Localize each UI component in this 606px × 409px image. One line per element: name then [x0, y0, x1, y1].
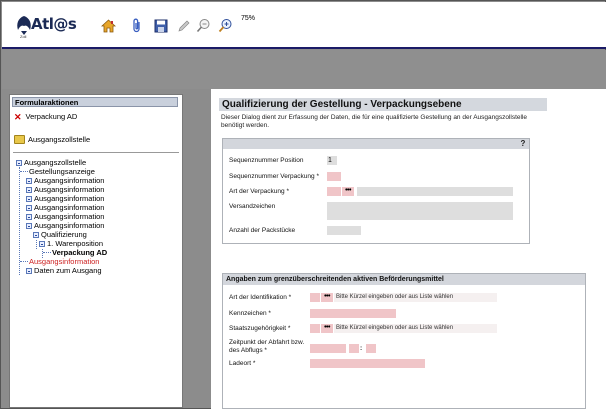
identification-type-lookup-button[interactable]: ••• — [321, 293, 333, 302]
loading-place-label: Ladeort * — [229, 360, 256, 367]
atlas-logo: Atl@s Zoll — [14, 12, 77, 40]
sequence-packaging-label: Sequenznummer Verpackung * — [229, 173, 319, 180]
zoom-in-icon[interactable] — [218, 18, 233, 33]
tree-branch — [43, 252, 51, 253]
nationality-label: Staatszugehörigkeit * — [229, 325, 291, 332]
sequence-packaging-input[interactable] — [327, 172, 341, 181]
section-header: ? — [223, 139, 529, 149]
tree-item[interactable]: Ausgangsinformation — [26, 203, 104, 212]
sequence-position-field: 1 — [327, 156, 337, 165]
tree-item[interactable]: Qualifizierung — [33, 230, 87, 239]
identification-type-description: Bitte Kürzel eingeben oder aus Liste wäh… — [334, 293, 497, 302]
identification-type-input[interactable] — [310, 293, 320, 302]
tree-item[interactable]: Daten zum Ausgang — [26, 266, 102, 275]
registration-input[interactable] — [310, 309, 396, 318]
collapse-icon[interactable] — [16, 159, 22, 166]
action-item-ausgangszollstelle[interactable]: Ausgangszollstelle — [14, 135, 90, 144]
expand-icon[interactable] — [26, 267, 32, 274]
departure-minute-input[interactable] — [366, 344, 376, 353]
registration-label: Kennzeichen * — [229, 310, 271, 317]
collapse-icon[interactable] — [33, 231, 39, 238]
form-actions-panel: Formularaktionen ✕ Verpackung AD Ausgang… — [9, 94, 183, 408]
tree-item[interactable]: Gestellungsanzeige — [20, 167, 95, 176]
identification-hint: Bitte Kürzel eingeben oder aus Liste wäh… — [336, 294, 454, 300]
tree-branch — [20, 261, 28, 262]
shipping-marks-label: Versandzeichen — [229, 203, 276, 210]
tree-item[interactable]: Ausgangsinformation — [26, 194, 104, 203]
home-icon[interactable] — [101, 18, 116, 33]
transport-section-header: Angaben zum grenzüberschreitenden aktive… — [223, 274, 585, 285]
nationality-hint: Bitte Kürzel eingeben oder aus Liste wäh… — [336, 325, 454, 331]
close-icon[interactable]: ✕ — [14, 112, 22, 121]
expand-icon[interactable] — [26, 195, 32, 202]
identification-type-label: Art der Identifikation * — [229, 294, 292, 301]
nationality-lookup-button[interactable]: ••• — [321, 324, 333, 333]
nationality-description: Bitte Kürzel eingeben oder aus Liste wäh… — [334, 324, 497, 333]
app-window: Atl@s Zoll 75% Formularaktionen ✕ Verpac… — [0, 0, 606, 409]
tree-item[interactable]: Ausgangsinformation — [26, 176, 104, 185]
tree-guide-line — [36, 240, 37, 249]
tree-item[interactable]: Ausgangsinformation — [20, 257, 99, 266]
main-form-panel: Qualifizierung der Gestellung - Verpacku… — [211, 89, 606, 409]
zoom-level: 75% — [241, 15, 256, 22]
tree-item[interactable]: Ausgangsinformation — [26, 212, 104, 221]
tree-item[interactable]: Ausgangsinformation — [26, 185, 104, 194]
logo-text: Atl@s — [31, 15, 77, 33]
tree-item[interactable]: Ausgangsinformation — [26, 221, 104, 230]
help-icon[interactable]: ? — [519, 139, 527, 148]
paperclip-icon[interactable] — [129, 18, 144, 33]
collapse-icon[interactable] — [26, 222, 32, 229]
zoom-out-icon[interactable] — [196, 18, 211, 33]
departure-hour-input[interactable] — [349, 344, 359, 353]
packaging-type-input[interactable] — [327, 187, 341, 196]
action-item-label: Verpackung AD — [25, 112, 78, 121]
pencil-icon[interactable] — [176, 18, 191, 33]
page-title: Qualifizierung der Gestellung - Verpacku… — [219, 98, 547, 111]
packaging-type-description — [357, 187, 513, 196]
divider — [13, 152, 179, 153]
header-band — [2, 50, 606, 89]
expand-icon[interactable] — [26, 213, 32, 220]
logo-subtext: Zoll — [20, 34, 27, 39]
save-icon[interactable] — [153, 18, 168, 33]
tree-branch — [20, 171, 28, 172]
package-count-label: Anzahl der Packstücke — [229, 227, 296, 234]
expand-icon[interactable] — [26, 186, 32, 193]
loading-place-input[interactable] — [310, 359, 425, 368]
expand-icon[interactable] — [26, 177, 32, 184]
expand-icon[interactable] — [26, 204, 32, 211]
action-item-label: Ausgangszollstelle — [28, 135, 91, 144]
package-count-input[interactable] — [327, 226, 361, 235]
tree-item[interactable]: Ausgangszollstelle — [16, 158, 86, 167]
packaging-type-label: Art der Verpackung * — [229, 188, 289, 195]
shipping-marks-input[interactable] — [327, 202, 513, 220]
packaging-section: ? Sequenznummer Position 1 Sequenznummer… — [222, 138, 530, 244]
time-separator: : — [360, 345, 363, 352]
toolbar: Atl@s Zoll 75% — [2, 2, 606, 49]
packaging-type-lookup-button[interactable]: ••• — [342, 187, 354, 196]
tree-item-selected[interactable]: Verpackung AD — [43, 248, 107, 257]
departure-date-input[interactable] — [310, 344, 346, 353]
collapse-icon[interactable] — [39, 240, 45, 247]
sequence-position-label: Sequenznummer Position — [229, 157, 304, 164]
folder-icon — [14, 135, 25, 144]
transport-section: Angaben zum grenzüberschreitenden aktive… — [222, 273, 586, 409]
tree-item[interactable]: 1. Warenposition — [39, 239, 103, 248]
action-item-verpackung[interactable]: ✕ Verpackung AD — [14, 112, 77, 121]
page-description: Dieser Dialog dient zur Erfassung der Da… — [221, 114, 528, 129]
form-actions-header: Formularaktionen — [12, 97, 178, 107]
departure-time-label: Zeitpunkt der Abfahrt bzw. des Abflugs * — [229, 339, 305, 354]
nationality-input[interactable] — [310, 324, 320, 333]
